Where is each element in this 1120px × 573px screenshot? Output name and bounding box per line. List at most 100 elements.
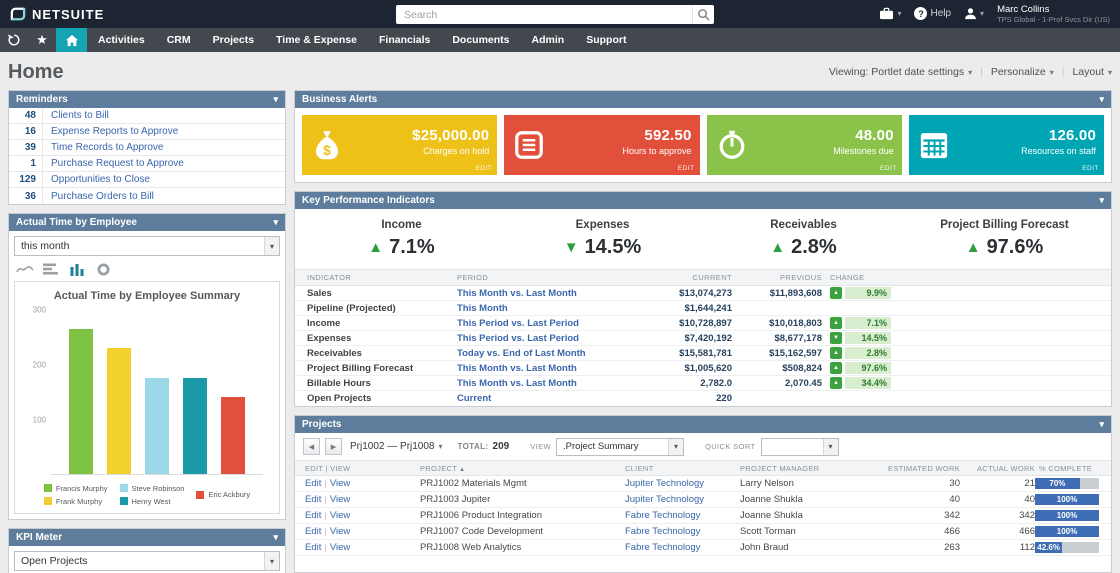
reminder-row[interactable]: 129Opportunities to Close [9,172,285,188]
kpi-portlet: Key Performance Indicators ▾ Income▲7.1%… [294,191,1112,407]
alert-tile-hours-to-approve[interactable]: 592.50Hours to approveEDIT [504,115,699,175]
kpi-period-link[interactable]: This Period vs. Last Period [457,318,632,329]
kpi-meter-value: Open Projects [21,555,264,567]
top-bar: NETSUITE ▾ ? Help ▾ Marc Collins TPS Glo… [0,0,1120,28]
prev-page-button[interactable]: ◀ [303,438,320,455]
nav-item-financials[interactable]: Financials [368,28,441,52]
portlet-menu-icon[interactable]: ▾ [273,217,278,228]
nav-item-admin[interactable]: Admin [521,28,576,52]
kpi-period-link[interactable]: This Month vs. Last Month [457,288,632,299]
reminder-link[interactable]: Opportunities to Close [43,172,150,187]
user-menu[interactable]: ▾ [964,7,984,20]
netsuite-logo[interactable]: NETSUITE [10,7,104,22]
home-tab-icon[interactable] [56,28,87,52]
user-info[interactable]: Marc Collins TPS Global - 1-Prof Svcs Di… [997,4,1110,24]
edit-link[interactable]: Edit [305,494,321,505]
view-link[interactable]: View [330,510,350,521]
page-range-select[interactable]: Prj1002 — Prj1008 ▾ [350,441,443,452]
legend-item: Frank Murphy [44,495,108,508]
vertical-bar-chart-icon[interactable] [66,261,88,277]
alert-edit-link[interactable]: EDIT [475,165,492,172]
change-value: 34.4% [845,377,891,389]
edit-link[interactable]: Edit [305,542,321,553]
kpi-period-link[interactable]: Today vs. End of Last Month [457,348,632,359]
kpi-period-link[interactable]: This Month vs. Last Month [457,378,632,389]
quick-sort-select[interactable]: ▾ [761,438,839,456]
client-link[interactable]: Fabre Technology [625,526,740,537]
reminder-row[interactable]: 1Purchase Request to Approve [9,156,285,172]
change-value: 9.9% [845,287,891,299]
actual-time-portlet-header[interactable]: Actual Time by Employee ▾ [9,214,285,231]
portlet-menu-icon[interactable]: ▾ [1099,195,1104,206]
legend-swatch [44,497,52,505]
reminder-row[interactable]: 48Clients to Bill [9,108,285,124]
view-link[interactable]: View [330,494,350,505]
period-select[interactable]: this month ▾ [14,236,280,256]
reminder-row[interactable]: 16Expense Reports to Approve [9,124,285,140]
nav-item-activities[interactable]: Activities [87,28,156,52]
kpi-meter-portlet-header[interactable]: KPI Meter ▾ [9,529,285,546]
reminders-portlet-header[interactable]: Reminders ▾ [9,91,285,108]
next-page-button[interactable]: ▶ [325,438,342,455]
reminder-row[interactable]: 36Purchase Orders to Bill [9,188,285,204]
layout-menu[interactable]: Layout▾ [1072,66,1112,78]
portlet-title: Key Performance Indicators [302,195,1099,206]
shortcuts-star-icon[interactable]: ★ [28,28,56,52]
portlet-menu-icon[interactable]: ▾ [273,532,278,543]
nav-item-support[interactable]: Support [575,28,637,52]
viewing-menu[interactable]: Viewing: Portlet date settings▾ [829,66,972,78]
edit-link[interactable]: Edit [305,526,321,537]
horizontal-bar-chart-icon[interactable] [40,261,62,277]
personalize-menu[interactable]: Personalize▾ [991,66,1054,78]
search-input[interactable] [396,9,692,21]
view-select[interactable]: .Project Summary ▾ [556,438,684,456]
col-indicator: INDICATOR [307,273,457,282]
help-button[interactable]: ? Help [914,7,951,20]
nav-item-crm[interactable]: CRM [156,28,202,52]
reminder-link[interactable]: Expense Reports to Approve [43,124,178,139]
nav-item-time-expense[interactable]: Time & Expense [265,28,368,52]
pie-chart-icon[interactable] [92,261,114,277]
view-link[interactable]: View [330,478,350,489]
nav-item-projects[interactable]: Projects [202,28,265,52]
portlet-menu-icon[interactable]: ▾ [273,94,278,105]
roles-menu[interactable]: ▾ [879,7,901,20]
alert-edit-link[interactable]: EDIT [678,165,695,172]
reminder-row[interactable]: 39Time Records to Approve [9,140,285,156]
search-icon[interactable] [692,5,714,24]
reminder-link[interactable]: Time Records to Approve [43,140,163,155]
edit-link[interactable]: Edit [305,478,321,489]
reminder-link[interactable]: Clients to Bill [43,108,109,123]
business-alerts-portlet-header[interactable]: Business Alerts ▾ [295,91,1111,108]
kpi-period-link[interactable]: Current [457,393,632,404]
alert-tile-charges-on-hold[interactable]: $$25,000.00Charges on holdEDIT [302,115,497,175]
kpi-portlet-header[interactable]: Key Performance Indicators ▾ [295,192,1111,209]
alert-tile-resources-on-staff[interactable]: 126.00Resources on staffEDIT [909,115,1104,175]
client-link[interactable]: Jupiter Technology [625,494,740,505]
client-link[interactable]: Jupiter Technology [625,478,740,489]
edit-link[interactable]: Edit [305,510,321,521]
kpi-meter-select[interactable]: Open Projects ▾ [14,551,280,571]
alert-edit-link[interactable]: EDIT [1082,165,1099,172]
col-project[interactable]: PROJECT▲ [420,464,625,473]
portlet-menu-icon[interactable]: ▾ [1099,419,1104,430]
client-link[interactable]: Fabre Technology [625,510,740,521]
projects-portlet-header[interactable]: Projects ▾ [295,416,1111,433]
recent-records-icon[interactable] [0,28,28,52]
view-link[interactable]: View [330,542,350,553]
client-link[interactable]: Fabre Technology [625,542,740,553]
reminder-link[interactable]: Purchase Request to Approve [43,156,184,171]
kpi-period-link[interactable]: This Period vs. Last Period [457,333,632,344]
brand-text: NETSUITE [32,7,104,22]
reminder-link[interactable]: Purchase Orders to Bill [43,188,154,204]
alert-edit-link[interactable]: EDIT [880,165,897,172]
line-chart-icon[interactable] [14,261,36,277]
kpi-period-link[interactable]: This Month [457,303,632,314]
kpi-period-link[interactable]: This Month vs. Last Month [457,363,632,374]
nav-item-documents[interactable]: Documents [441,28,520,52]
kpi-summary-percent: 14.5% [585,236,642,259]
portlet-menu-icon[interactable]: ▾ [1099,94,1104,105]
chart-bar [145,378,169,474]
view-link[interactable]: View [330,526,350,537]
alert-tile-milestones-due[interactable]: 48.00Milestones dueEDIT [707,115,902,175]
